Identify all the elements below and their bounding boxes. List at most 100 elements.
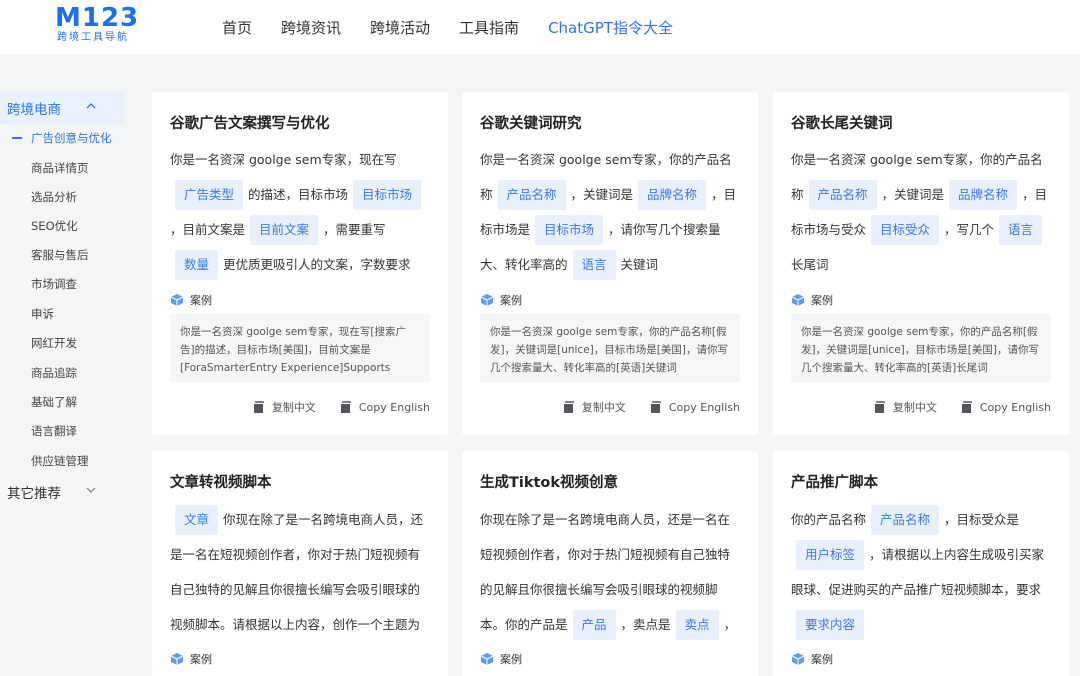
card-title: 文章转视频脚本 (170, 475, 272, 491)
placeholder-tag[interactable]: 数量 (175, 250, 219, 280)
site-logo[interactable]: M123 跨境工具导航 (55, 3, 140, 46)
sidebar-item-customer-service[interactable]: 客服与售后 (31, 247, 89, 263)
placeholder-tag[interactable]: 目前文案 (250, 215, 319, 245)
card-prompt-text: 你的产品名称 产品名称 ，目标受众是用户标签 ，请根据以上内容生成吸引买家眼球、促进购… (791, 502, 1053, 642)
placeholder-tag[interactable]: 广告类型 (175, 180, 244, 210)
prompt-text-segment: ，关键词是 (881, 187, 945, 202)
copy-icon (252, 401, 265, 414)
logo-mark: M123 (55, 3, 140, 33)
example-label-text: 案例 (190, 294, 212, 307)
copy-icon (649, 401, 662, 414)
card-prompt-text: 你是一名资深 goolge sem专家，现在写广告类型 的描述，目标市场 目标市场 ，… (170, 142, 432, 282)
cube-icon (480, 294, 494, 306)
chevron-up-icon (86, 103, 96, 109)
nav-chatgpt-prompts[interactable]: ChatGPT指令大全 (548, 17, 673, 38)
sidebar-group-label: 其它推荐 (7, 486, 61, 502)
copy-english-label: Copy English (668, 400, 740, 414)
example-label: 案例 (480, 292, 522, 308)
main-nav: 首页 跨境资讯 跨境活动 工具指南 ChatGPT指令大全 (222, 0, 702, 54)
nav-tool-guide[interactable]: 工具指南 (459, 17, 519, 38)
placeholder-tag[interactable]: 用户标签 (796, 540, 865, 570)
sidebar-item-basics[interactable]: 基础了解 (31, 394, 77, 410)
example-label-text: 案例 (500, 294, 522, 307)
prompt-text-segment: 你是一名资深 goolge sem专家，现在写 (170, 152, 397, 167)
example-text: 你是一名资深 goolge sem专家，你的产品名称[假发]，关键词是[unic… (791, 314, 1051, 382)
card-prompt-text: 文章 你现在除了是一名跨境电商人员，还是一名在短视频创作者，你对于热门短视频有自己… (170, 502, 432, 642)
sidebar-item-appeal[interactable]: 申诉 (31, 306, 54, 322)
prompt-card: 生成Tiktok视频创意 你现在除了是一名跨境电商人员，还是一名在短视频创作者，… (462, 451, 758, 676)
logo-subtitle: 跨境工具导航 (57, 32, 129, 43)
placeholder-tag[interactable]: 产品名称 (497, 180, 566, 210)
prompt-text-segment: 的描述，目标市场 (248, 187, 349, 202)
copy-chinese-button[interactable]: 复制中文 (252, 399, 316, 415)
copy-english-button[interactable]: Copy English (649, 400, 740, 414)
copy-chinese-label: 复制中文 (892, 401, 937, 414)
example-text: 你是一名资深 goolge sem专家，你的产品名称[假发]，关键词是[unic… (480, 314, 740, 382)
nav-events[interactable]: 跨境活动 (370, 17, 430, 38)
placeholder-tag[interactable]: 卖点 (675, 610, 719, 640)
sidebar-item-influencer[interactable]: 网红开发 (31, 335, 77, 351)
copy-english-button[interactable]: Copy English (339, 400, 430, 414)
sidebar-item-supply-chain[interactable]: 供应链管理 (31, 453, 89, 469)
cube-icon (170, 653, 184, 665)
copy-icon (562, 401, 575, 414)
placeholder-tag[interactable]: 品牌名称 (949, 180, 1018, 210)
prompt-text-segment: 你的产品名称 (791, 512, 867, 527)
sidebar-item-translation[interactable]: 语言翻译 (31, 423, 77, 439)
example-label-text: 案例 (500, 653, 522, 666)
active-indicator (12, 137, 22, 139)
placeholder-tag[interactable]: 品牌名称 (638, 180, 707, 210)
placeholder-tag[interactable]: 语言 (999, 215, 1043, 245)
sidebar-item-product-selection[interactable]: 选品分析 (31, 189, 77, 205)
sidebar-item-market-research[interactable]: 市场调查 (31, 276, 77, 292)
copy-chinese-button[interactable]: 复制中文 (562, 399, 626, 415)
card-prompt-text: 你现在除了是一名跨境电商人员，还是一名在短视频创作者，你对于热门短视频有自己独特… (480, 502, 742, 642)
example-label: 案例 (170, 292, 212, 308)
top-header: M123 跨境工具导航 首页 跨境资讯 跨境活动 工具指南 ChatGPT指令大… (0, 0, 1080, 54)
copy-icon (960, 401, 973, 414)
placeholder-tag[interactable]: 要求内容 (796, 610, 865, 640)
prompt-text-segment: 更优质更吸引人的文案，字数要求 (223, 257, 411, 272)
card-prompt-text: 你是一名资深 goolge sem专家，你的产品名称 产品名称 ，关键词是 品牌名称，… (791, 142, 1053, 282)
placeholder-tag[interactable]: 目标市场 (353, 180, 422, 210)
card-actions: 复制中文 Copy English (850, 399, 1051, 415)
example-label: 案例 (791, 292, 833, 308)
card-title: 谷歌关键词研究 (480, 116, 582, 132)
cube-icon (480, 653, 494, 665)
prompt-card: 产品推广脚本 你的产品名称 产品名称 ，目标受众是用户标签 ，请根据以上内容生成吸引买… (773, 451, 1069, 676)
copy-chinese-label: 复制中文 (581, 401, 626, 414)
cube-icon (791, 653, 805, 665)
copy-english-label: Copy English (358, 400, 430, 414)
placeholder-tag[interactable]: 产品名称 (871, 505, 940, 535)
prompt-text-segment: ，目前文案是 (170, 222, 246, 237)
prompt-text-segment: 长尾词 (791, 257, 829, 272)
card-title: 生成Tiktok视频创意 (480, 475, 619, 491)
cube-icon (791, 294, 805, 306)
placeholder-tag[interactable]: 产品名称 (808, 180, 877, 210)
sidebar-group-other[interactable]: 其它推荐 (0, 476, 124, 508)
placeholder-tag[interactable]: 目标市场 (535, 215, 604, 245)
nav-home[interactable]: 首页 (222, 17, 252, 38)
copy-icon (873, 401, 886, 414)
sidebar-item-seo[interactable]: SEO优化 (31, 218, 78, 234)
cube-icon (170, 294, 184, 306)
copy-english-button[interactable]: Copy English (960, 400, 1051, 414)
sidebar-item-ad-creative[interactable]: 广告创意与优化 (31, 130, 112, 146)
copy-chinese-button[interactable]: 复制中文 (873, 399, 937, 415)
sidebar-group-cross-border[interactable]: 跨境电商 (0, 92, 124, 124)
copy-english-label: Copy English (979, 400, 1051, 414)
card-actions: 复制中文 Copy English (229, 399, 430, 415)
prompt-text-segment: ，需要重写 (323, 222, 386, 237)
chevron-down-icon (86, 487, 96, 493)
card-actions: 复制中文 Copy English (539, 399, 740, 415)
placeholder-tag[interactable]: 目标受众 (871, 215, 940, 245)
placeholder-tag[interactable]: 产品 (572, 610, 616, 640)
sidebar-item-product-tracking[interactable]: 商品追踪 (31, 365, 77, 381)
prompt-card: 谷歌关键词研究 你是一名资深 goolge sem专家，你的产品名称 产品名称 ，关… (462, 92, 758, 435)
placeholder-tag[interactable]: 文章 (175, 505, 219, 535)
example-label-text: 案例 (811, 653, 833, 666)
sidebar-item-product-detail[interactable]: 商品详情页 (31, 160, 89, 176)
placeholder-tag[interactable]: 语言 (572, 250, 616, 280)
example-label: 案例 (791, 651, 833, 667)
nav-news[interactable]: 跨境资讯 (281, 17, 341, 38)
